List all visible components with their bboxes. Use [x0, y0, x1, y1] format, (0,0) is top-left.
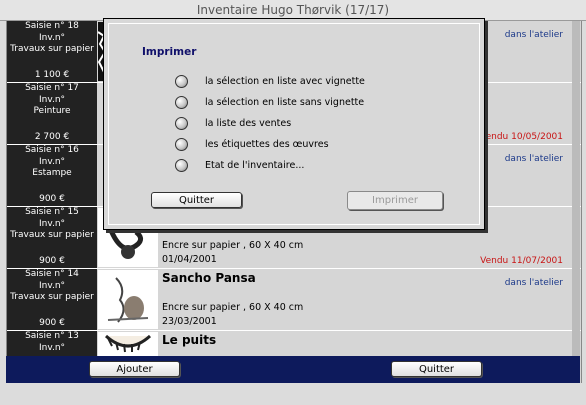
- radio-button[interactable]: [175, 95, 188, 109]
- radio-button[interactable]: [175, 158, 188, 172]
- bottom-toolbar: Ajouter Quitter: [6, 356, 580, 383]
- status-label: Vendu 11/07/2001: [480, 256, 563, 266]
- option-inventory-state[interactable]: Etat de l'inventaire...: [175, 158, 304, 172]
- dialog-quit-button[interactable]: Quitter: [151, 192, 242, 208]
- record-meta: Saisie n° 16 Inv.n° Estampe 900 €: [7, 145, 97, 206]
- record-meta: Saisie n° 14 Inv.n° Travaux sur papier 9…: [7, 269, 97, 330]
- price: 900 €: [39, 255, 65, 266]
- price: 1 100 €: [34, 69, 70, 80]
- dialog-title: Imprimer: [142, 46, 197, 58]
- saisie-number: Saisie n° 18: [25, 21, 79, 31]
- price: 900 €: [39, 317, 65, 328]
- work-type: Travaux sur papier: [10, 230, 94, 240]
- inventory-number: Inv.n°: [38, 94, 66, 105]
- option-labels[interactable]: les étiquettes des œuvres: [175, 137, 329, 151]
- work-type: Travaux sur papier: [10, 44, 94, 54]
- saisie-number: Saisie n° 13: [25, 331, 79, 341]
- option-label: Etat de l'inventaire...: [205, 159, 305, 171]
- inventory-number: Inv.n°: [38, 218, 66, 229]
- status-label: Vendu 10/05/2001: [480, 132, 563, 142]
- work-type: Travaux sur papier: [10, 292, 94, 302]
- dialog-panel: Imprimer la sélection en liste avec vign…: [108, 23, 480, 225]
- list-item[interactable]: Saisie n° 14 Inv.n° Travaux sur papier 9…: [7, 269, 581, 331]
- price: 900 €: [39, 193, 65, 204]
- option-label: la sélection en liste sans vignette: [205, 96, 365, 108]
- radio-button[interactable]: [175, 74, 188, 88]
- option-label: la liste des ventes: [205, 117, 292, 129]
- inventory-number: Inv.n°: [38, 342, 66, 353]
- option-list-with-thumbnail[interactable]: la sélection en liste avec vignette: [175, 74, 365, 88]
- radio-button[interactable]: [175, 116, 188, 130]
- saisie-number: Saisie n° 15: [25, 207, 79, 217]
- artwork-date: 01/04/2001: [162, 254, 217, 265]
- artwork-description: Encre sur papier , 60 X 40 cm: [162, 302, 304, 313]
- saisie-number: Saisie n° 14: [25, 269, 79, 279]
- print-dialog: Imprimer la sélection en liste avec vign…: [103, 18, 485, 230]
- inventory-number: Inv.n°: [38, 32, 66, 43]
- price: 2 700 €: [34, 131, 70, 142]
- option-sales-list[interactable]: la liste des ventes: [175, 116, 291, 130]
- record-meta: Saisie n° 17 Inv.n° Peinture 2 700 €: [7, 83, 97, 144]
- list-scrollbar[interactable]: [572, 21, 580, 383]
- record-meta: Saisie n° 15 Inv.n° Travaux sur papier 9…: [7, 207, 97, 268]
- option-label: les étiquettes des œuvres: [205, 138, 329, 150]
- inventory-number: Inv.n°: [38, 280, 66, 291]
- status-label: dans l'atelier: [504, 30, 563, 40]
- inventory-number: Inv.n°: [38, 156, 66, 167]
- window-title: Inventaire Hugo Thørvik (17/17): [196, 3, 390, 17]
- artwork-thumbnail: [98, 270, 158, 329]
- saisie-number: Saisie n° 17: [25, 83, 79, 93]
- artwork-description: Encre sur papier , 60 X 40 cm: [162, 240, 304, 251]
- status-label: dans l'atelier: [504, 154, 563, 164]
- work-type: Estampe: [32, 168, 72, 178]
- status-label: dans l'atelier: [504, 278, 563, 288]
- artwork-title: Le puits: [162, 333, 217, 347]
- work-type: Peinture: [33, 106, 71, 116]
- record-meta: Saisie n° 18 Inv.n° Travaux sur papier 1…: [7, 21, 97, 82]
- option-label: la sélection en liste avec vignette: [205, 75, 365, 87]
- dialog-print-button[interactable]: Imprimer: [347, 191, 443, 210]
- quit-button[interactable]: Quitter: [391, 361, 482, 377]
- add-button[interactable]: Ajouter: [89, 361, 180, 377]
- saisie-number: Saisie n° 16: [25, 145, 79, 155]
- artwork-title: Sancho Pansa: [162, 271, 256, 285]
- option-list-without-thumbnail[interactable]: la sélection en liste sans vignette: [175, 95, 364, 109]
- artwork-date: 23/03/2001: [162, 316, 217, 327]
